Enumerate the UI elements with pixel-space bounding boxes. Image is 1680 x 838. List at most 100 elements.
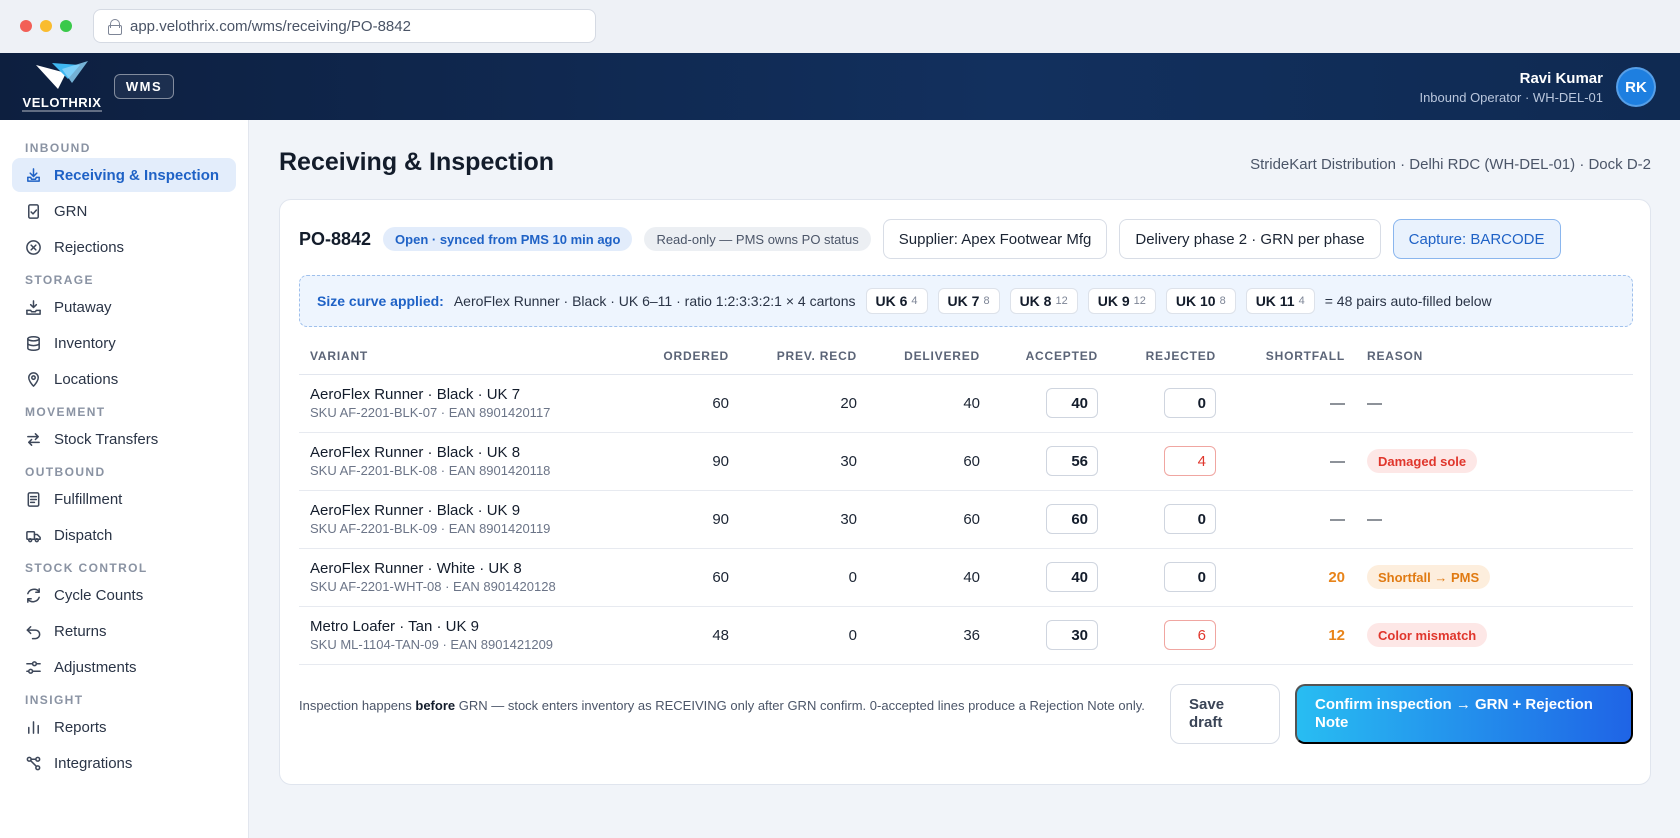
variant-name: AeroFlex Runner · White · UK 8 <box>310 560 522 577</box>
chip-qty: 12 <box>1133 295 1146 307</box>
sidebar-item-rejections[interactable]: Rejections <box>12 230 236 264</box>
table-row: Metro Loafer · Tan · UK 9 SKU ML-1104-TA… <box>299 606 1633 665</box>
rejected-input[interactable]: 6 <box>1164 620 1216 650</box>
reason-badge: Shortfall → PMS <box>1367 565 1491 589</box>
accepted-input[interactable]: 56 <box>1046 446 1098 476</box>
rejected-input[interactable]: 4 <box>1164 446 1216 476</box>
column-header: REJECTED <box>1109 338 1227 375</box>
prev-received-cell: 30 <box>740 490 868 549</box>
accepted-input[interactable]: 40 <box>1046 562 1098 592</box>
chip-qty: 8 <box>983 295 990 307</box>
accepted-cell: 40 <box>991 374 1109 433</box>
variant-name: Metro Loafer · Tan · UK 9 <box>310 618 479 635</box>
supplier-button[interactable]: Supplier: Apex Footwear Mfg <box>882 219 1108 259</box>
size-chip: UK 6 4 <box>865 288 928 314</box>
accepted-input[interactable]: 30 <box>1046 620 1098 650</box>
size-curve-summary: = 48 pairs auto-filled below <box>1324 293 1492 309</box>
chip-qty: 12 <box>1055 295 1068 307</box>
rejected-input[interactable]: 0 <box>1164 388 1216 418</box>
column-header: ORDERED <box>620 338 740 375</box>
sidebar-item-putaway[interactable]: Putaway <box>12 290 236 324</box>
page-title: Receiving & Inspection <box>279 148 555 176</box>
delivered-cell: 60 <box>868 490 991 549</box>
shortfall-value: 12 <box>1328 626 1345 644</box>
minimize-window-dot[interactable] <box>40 20 52 32</box>
delivery-phase-button[interactable]: Delivery phase 2 · GRN per phase <box>1119 219 1381 259</box>
app-header: VELOTHRIX WMS Ravi Kumar Inbound Operato… <box>0 53 1680 120</box>
save-draft-button[interactable]: Save draft <box>1170 684 1280 744</box>
module-badge: WMS <box>114 74 174 99</box>
sidebar-item-label: Stock Transfers <box>54 430 159 448</box>
sidebar-item-label: Adjustments <box>54 658 137 676</box>
address-bar[interactable]: app.velothrix.com/wms/receiving/PO-8842 <box>93 9 596 43</box>
sidebar: INBOUND Receiving & Inspection GRN Rejec… <box>0 120 249 838</box>
sidebar-item-fulfillment[interactable]: Fulfillment <box>12 482 236 516</box>
rejected-input[interactable]: 0 <box>1164 562 1216 592</box>
accepted-cell: 40 <box>991 548 1109 607</box>
sidebar-item-grn[interactable]: GRN <box>12 194 236 228</box>
sidebar-item-adjustments[interactable]: Adjustments <box>12 650 236 684</box>
status-badge: Open · synced from PMS 10 min ago <box>383 227 633 251</box>
shortfall-cell: 20 <box>1227 548 1356 607</box>
shortfall-value: — <box>1330 452 1345 470</box>
ordered-cell: 48 <box>620 606 740 665</box>
ordered-cell: 60 <box>620 548 740 607</box>
truck-icon <box>26 530 41 542</box>
prev-received-cell: 30 <box>740 432 868 491</box>
sidebar-item-receiving-inspection[interactable]: Receiving & Inspection <box>12 158 236 192</box>
sidebar-section-title: STOCK CONTROL <box>25 561 148 575</box>
rejected-cell: 6 <box>1109 606 1227 665</box>
accepted-cell: 60 <box>991 490 1109 549</box>
table-row: AeroFlex Runner · White · UK 8 SKU AF-22… <box>299 548 1633 607</box>
column-header: REASON <box>1356 338 1633 375</box>
shortfall-value: 20 <box>1328 568 1345 586</box>
confirm-inspection-button[interactable]: Confirm inspection → GRN + Rejection Not… <box>1295 684 1633 744</box>
size-curve-label: Size curve applied: <box>317 293 444 309</box>
sidebar-item-locations[interactable]: Locations <box>12 362 236 396</box>
sidebar-section-title: MOVEMENT <box>25 405 106 419</box>
variant-sku: SKU ML-1104-TAN-09 · EAN 8901421209 <box>310 637 554 652</box>
capture-mode-button[interactable]: Capture: BARCODE <box>1392 219 1561 259</box>
accepted-input[interactable]: 40 <box>1046 388 1098 418</box>
table-row: AeroFlex Runner · Black · UK 7 SKU AF-22… <box>299 374 1633 433</box>
sidebar-item-cycle-counts[interactable]: Cycle Counts <box>12 578 236 612</box>
po-toolbar: PO-8842 Open · synced from PMS 10 min ag… <box>299 219 1573 259</box>
sidebar-item-label: Locations <box>54 370 119 388</box>
accepted-input[interactable]: 60 <box>1046 504 1098 534</box>
sidebar-item-inventory[interactable]: Inventory <box>12 326 236 360</box>
sidebar-item-dispatch[interactable]: Dispatch <box>12 518 236 552</box>
chip-qty: 8 <box>1219 295 1226 307</box>
column-header: VARIANT <box>299 338 620 375</box>
table-row: AeroFlex Runner · Black · UK 8 SKU AF-22… <box>299 432 1633 491</box>
reason-badge: Damaged sole <box>1367 449 1478 473</box>
database-icon <box>27 335 40 351</box>
sidebar-section-title: OUTBOUND <box>25 465 106 479</box>
nodes-icon <box>26 756 41 770</box>
warehouse-context: StrideKart Distribution · Delhi RDC (WH-… <box>1250 156 1651 173</box>
shortfall-cell: — <box>1227 374 1356 433</box>
sidebar-item-stock-transfers[interactable]: Stock Transfers <box>12 422 236 456</box>
velothrix-logo[interactable]: VELOTHRIX <box>22 59 102 115</box>
shortfall-value: — <box>1330 510 1345 528</box>
size-chip: UK 7 8 <box>937 288 1000 314</box>
rejected-input[interactable]: 0 <box>1164 504 1216 534</box>
user-info[interactable]: Ravi Kumar Inbound Operator · WH-DEL-01 <box>1419 70 1603 105</box>
table-row: AeroFlex Runner · Black · UK 9 SKU AF-22… <box>299 490 1633 549</box>
size-curve-description: AeroFlex Runner · Black · UK 6–11 · rati… <box>453 293 856 309</box>
variant-sku: SKU AF-2201-WHT-08 · EAN 8901420128 <box>310 579 556 594</box>
table-header: VARIANT ORDERED PREV. RECD DELIVERED ACCEPTE… <box>299 338 1633 375</box>
maximize-window-dot[interactable] <box>60 20 72 32</box>
note-bold: before <box>415 698 456 713</box>
ordered-cell: 90 <box>620 490 740 549</box>
accepted-cell: 30 <box>991 606 1109 665</box>
url-text: app.velothrix.com/wms/receiving/PO-8842 <box>130 17 411 35</box>
close-window-dot[interactable] <box>20 20 32 32</box>
avatar[interactable]: RK <box>1616 67 1656 107</box>
sidebar-item-returns[interactable]: Returns <box>12 614 236 648</box>
sidebar-item-reports[interactable]: Reports <box>12 710 236 744</box>
sidebar-item-label: Rejections <box>54 238 125 256</box>
size-chip: UK 11 4 <box>1245 288 1315 314</box>
sidebar-item-integrations[interactable]: Integrations <box>12 746 236 780</box>
chip-size: UK 11 <box>1255 293 1295 309</box>
reason-cell: Damaged sole <box>1356 432 1633 491</box>
